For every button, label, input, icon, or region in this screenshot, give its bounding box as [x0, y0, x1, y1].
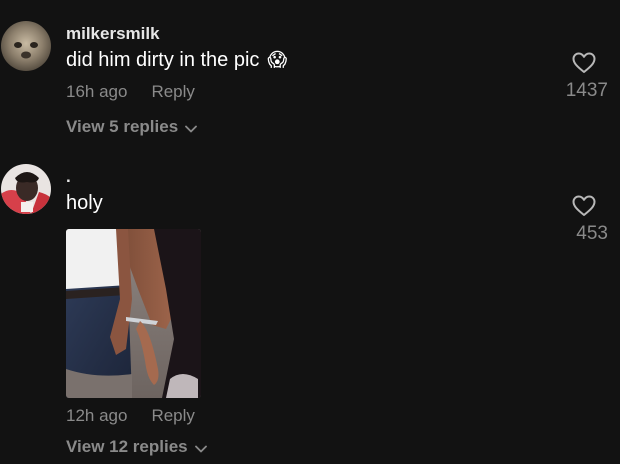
comment-text: holy [66, 192, 103, 214]
comment-meta: 12h ago Reply [66, 406, 195, 426]
comment-timestamp: 12h ago [66, 406, 128, 425]
like-count: 1437 [565, 80, 608, 101]
view-replies-label: View 12 replies [66, 437, 188, 456]
scream-emoji-icon: 😱 [267, 50, 288, 71]
view-replies-label: View 5 replies [66, 117, 179, 136]
reply-button[interactable]: Reply [151, 406, 194, 426]
comment-item: milkersmilk did him dirty in the pic 😱 1… [0, 0, 620, 150]
comment-meta: 16h ago Reply [66, 82, 195, 102]
like-control: 453 [548, 195, 608, 245]
chevron-down-icon [185, 125, 198, 132]
chevron-down-icon [194, 445, 207, 452]
heart-outline-icon[interactable] [572, 52, 596, 74]
avatar[interactable] [1, 21, 51, 71]
like-control: 1437 [548, 52, 608, 102]
comment-username[interactable]: milkersmilk [66, 24, 160, 44]
reply-button[interactable]: Reply [151, 82, 194, 102]
heart-outline-icon[interactable] [572, 195, 596, 217]
view-replies-button[interactable]: View 5 replies [66, 117, 198, 137]
comment-text-row: holy [66, 192, 103, 215]
comment-timestamp: 16h ago [66, 82, 128, 101]
comment-text-row: did him dirty in the pic 😱 [66, 49, 287, 72]
comment-text: did him dirty in the pic [66, 49, 260, 71]
comment-photo[interactable] [66, 229, 201, 398]
comment-item: . holy 12h ago Reply View 12 replies 453 [0, 150, 620, 464]
comment-username[interactable]: . [66, 167, 71, 187]
view-replies-button[interactable]: View 12 replies [66, 437, 207, 457]
avatar[interactable] [1, 164, 51, 214]
like-count: 453 [576, 223, 608, 244]
